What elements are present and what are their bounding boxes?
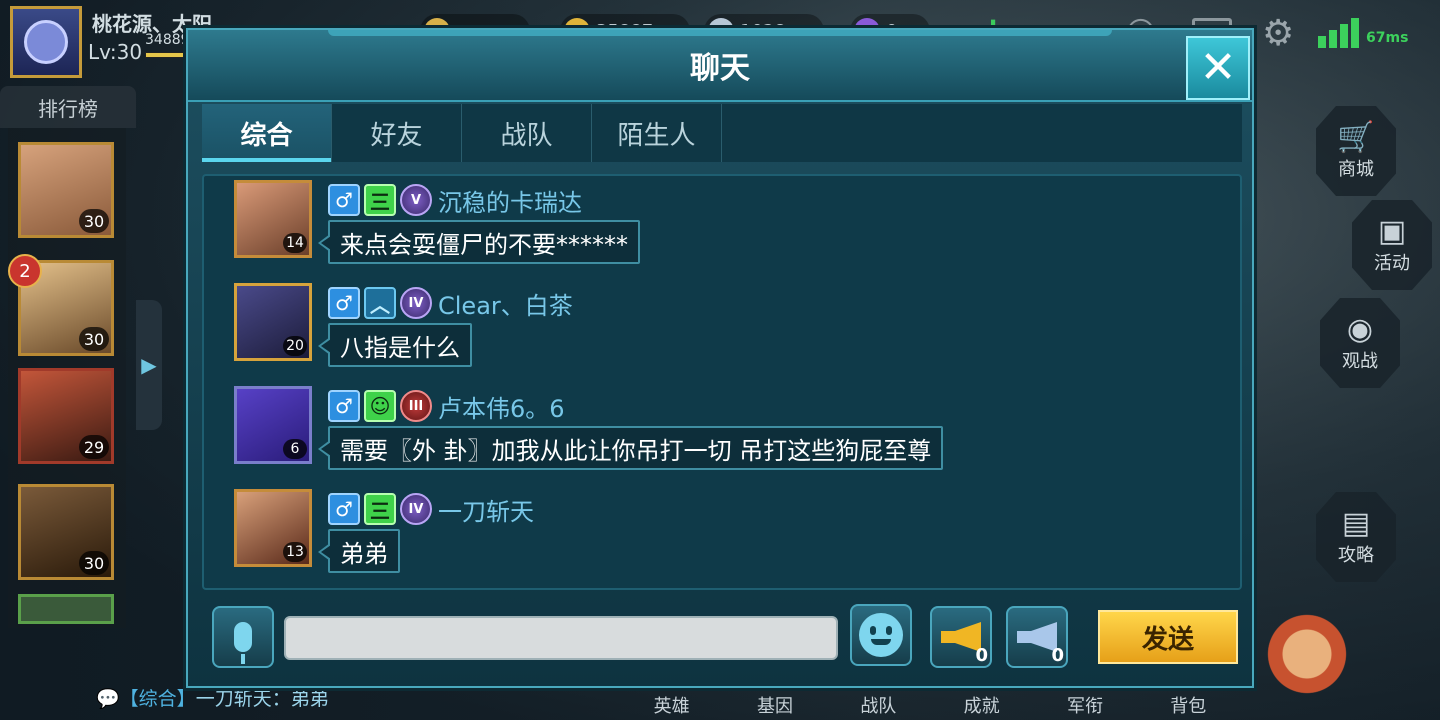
- male-icon: ♂: [328, 390, 360, 422]
- sender-meta: ♂ ︿ IV Clear、白茶: [328, 286, 573, 321]
- close-button[interactable]: ✕: [1186, 36, 1250, 100]
- male-icon: ♂: [328, 493, 360, 525]
- bottom-nav: 英雄 基因 战队 成就 军衔 背包: [620, 692, 1240, 720]
- chat-tabs: 综合 好友 战队 陌生人: [202, 104, 1242, 162]
- cart-icon: 🛒: [1337, 120, 1375, 155]
- signal-icon: [1318, 18, 1359, 48]
- sender-avatar[interactable]: 14: [234, 180, 312, 258]
- shop-button[interactable]: 🛒 商城: [1316, 106, 1396, 196]
- eye-icon: ◉: [1346, 312, 1374, 347]
- leaderboard-title[interactable]: 排行榜: [0, 86, 136, 128]
- nav-genes[interactable]: 基因: [757, 692, 793, 720]
- tier-badge-icon: IV: [400, 287, 432, 319]
- ping-readout: 67ms: [1366, 30, 1409, 46]
- tab-friends[interactable]: 好友: [332, 104, 462, 162]
- rank-icon: 三: [364, 184, 396, 216]
- hero-portrait[interactable]: [1252, 600, 1362, 720]
- sender-avatar[interactable]: 6: [234, 386, 312, 464]
- book-icon: ▤: [1341, 506, 1371, 541]
- smiley-face-icon: [859, 613, 903, 657]
- large-horn-button[interactable]: 0: [1006, 606, 1068, 668]
- tier-badge-icon: III: [400, 390, 432, 422]
- tab-team[interactable]: 战队: [462, 104, 592, 162]
- leaderboard-item[interactable]: 30: [18, 142, 114, 238]
- tab-strangers[interactable]: 陌生人: [592, 104, 722, 162]
- expand-arrow-icon[interactable]: ▶: [136, 300, 162, 430]
- leaderboard-item[interactable]: 29: [18, 368, 114, 464]
- tier-badge-icon: V: [400, 184, 432, 216]
- leaderboard-item[interactable]: [18, 594, 114, 624]
- small-horn-button[interactable]: 0: [930, 606, 992, 668]
- voice-button[interactable]: [212, 606, 274, 668]
- sender-meta: ♂ 三 V 沉稳的卡瑞达: [328, 183, 582, 218]
- message-bubble: 来点会耍僵尸的不要******: [318, 220, 640, 264]
- sender-name[interactable]: 沉稳的卡瑞达: [438, 183, 582, 218]
- male-icon: ♂: [328, 184, 360, 216]
- notification-badge: 2: [8, 254, 42, 288]
- nav-achievements[interactable]: 成就: [964, 692, 1000, 720]
- spectate-button[interactable]: ◉ 观战: [1320, 298, 1400, 388]
- sender-name[interactable]: Clear、白茶: [438, 286, 573, 321]
- tier-badge-icon: IV: [400, 493, 432, 525]
- smiley-rank-icon: ☺: [364, 390, 396, 422]
- sender-name[interactable]: 卢本伟6。6: [438, 389, 565, 424]
- player-avatar[interactable]: [10, 6, 82, 78]
- tab-general[interactable]: 综合: [202, 104, 332, 162]
- emoji-button[interactable]: [850, 604, 912, 666]
- sender-meta: ♂ 三 IV 一刀斩天: [328, 492, 534, 527]
- sender-name[interactable]: 一刀斩天: [438, 492, 534, 527]
- guide-button[interactable]: ▤ 攻略: [1316, 492, 1396, 582]
- male-icon: ♂: [328, 287, 360, 319]
- nav-heroes[interactable]: 英雄: [654, 692, 690, 720]
- shield-icon: [24, 20, 68, 64]
- large-horn-count: 0: [1051, 645, 1064, 666]
- leaderboard-list: 30 30 29 30: [8, 128, 126, 628]
- sender-avatar[interactable]: 13: [234, 489, 312, 567]
- nav-ranks[interactable]: 军衔: [1067, 692, 1103, 720]
- chat-input[interactable]: [284, 616, 838, 660]
- chat-message-list[interactable]: 14 ♂ 三 V 沉稳的卡瑞达 来点会耍僵尸的不要****** 20 ♂ ︿ I…: [202, 174, 1242, 590]
- message-bubble: 八指是什么: [318, 323, 472, 367]
- chat-modal: 聊天 ✕ 综合 好友 战队 陌生人 14 ♂ 三 V 沉稳的卡瑞达 来点会耍僵尸…: [186, 28, 1254, 688]
- events-button[interactable]: ▣ 活动: [1352, 200, 1432, 290]
- sender-meta: ♂ ☺ III 卢本伟6。6: [328, 389, 565, 424]
- rank-icon: ︿: [364, 287, 396, 319]
- bookmark-icon: ▣: [1377, 214, 1407, 249]
- message-bubble: 弟弟: [318, 529, 400, 573]
- nav-bag[interactable]: 背包: [1170, 692, 1206, 720]
- settings-gear-icon[interactable]: ⚙: [1262, 16, 1294, 52]
- bottom-chat-preview[interactable]: 💬【综合】一刀斩天：弟弟: [96, 684, 329, 711]
- microphone-icon: [234, 622, 252, 664]
- sender-avatar[interactable]: 20: [234, 283, 312, 361]
- rank-icon: 三: [364, 493, 396, 525]
- leaderboard-item[interactable]: 30: [18, 484, 114, 580]
- nav-team[interactable]: 战队: [860, 692, 896, 720]
- send-button[interactable]: 发送: [1098, 610, 1238, 664]
- chat-title: 聊天: [188, 30, 1252, 102]
- player-level: Lv:30: [88, 40, 143, 64]
- message-bubble: 需要〖外 卦〗加我从此让你吊打一切 吊打这些狗屁至尊: [317, 426, 944, 470]
- small-horn-count: 0: [975, 645, 988, 666]
